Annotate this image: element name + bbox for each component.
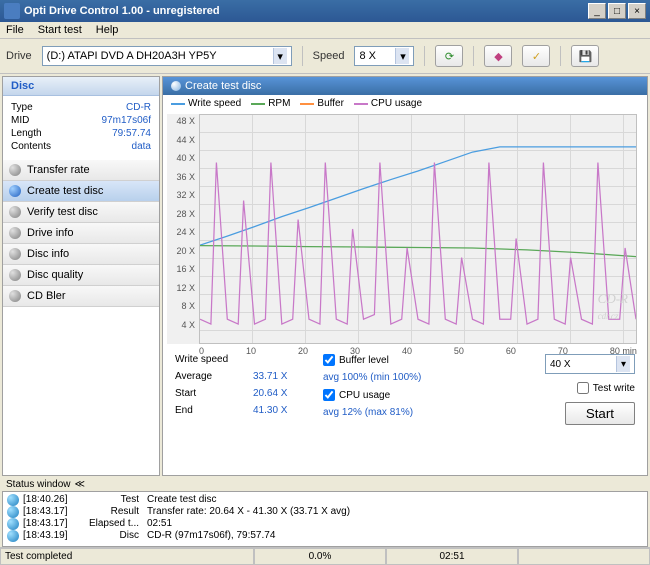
status-bar: Test completed 0.0% 02:51 (0, 547, 650, 565)
log-icon (7, 518, 19, 530)
cpu-checkbox[interactable]: CPU usage (323, 389, 421, 401)
y-axis: 48 X44 X40 X36 X32 X28 X24 X20 X16 X12 X… (167, 114, 199, 344)
save-icon: 💾 (579, 50, 593, 63)
log-icon (7, 506, 19, 518)
test-write-checkbox[interactable]: Test write (577, 382, 635, 394)
dot-icon (171, 81, 181, 91)
speed-label: Speed (313, 50, 345, 62)
drive-label: Drive (6, 50, 32, 62)
menu-bar: File Start test Help (0, 22, 650, 39)
chart-legend: Write speed RPM Buffer CPU usage (163, 95, 647, 112)
window-title: Opti Drive Control 1.00 - unregistered (24, 5, 586, 17)
nav-create-test-disc[interactable]: Create test disc (3, 181, 159, 202)
erase-button[interactable]: ◆ (484, 45, 512, 67)
status-text: Test completed (0, 548, 254, 565)
content-panel: Create test disc Write speed RPM Buffer … (162, 76, 648, 476)
speed-select[interactable]: 8 X ▾ (354, 46, 414, 66)
nav-verify-test-disc[interactable]: Verify test disc (3, 202, 159, 223)
dot-icon (9, 185, 21, 197)
dot-icon (9, 290, 21, 302)
x-axis: 01020304050607080 min (199, 346, 637, 356)
chevron-down-icon: ▾ (616, 356, 630, 372)
status-log: [18:40.26]TestCreate test disc[18:43.17]… (2, 491, 648, 547)
nav-disc-quality[interactable]: Disc quality (3, 265, 159, 286)
erase-icon: ◆ (494, 50, 502, 63)
app-icon (4, 3, 20, 19)
dot-icon (9, 227, 21, 239)
minimize-button[interactable]: _ (588, 3, 606, 19)
nav-disc-info[interactable]: Disc info (3, 244, 159, 265)
menu-start-test[interactable]: Start test (38, 24, 82, 36)
nav-list: Transfer rate Create test disc Verify te… (3, 160, 159, 475)
log-icon (7, 530, 19, 542)
menu-help[interactable]: Help (96, 24, 119, 36)
disc-info: TypeCD-R MID97m17s06f Length79:57.74 Con… (3, 96, 159, 160)
disc-panel-header: Disc (3, 77, 159, 96)
chevron-down-icon: ▾ (395, 48, 409, 64)
maximize-button[interactable]: □ (608, 3, 626, 19)
start-button[interactable]: Start (565, 402, 635, 425)
chart: 48 X44 X40 X36 X32 X28 X24 X20 X16 X12 X… (167, 114, 637, 344)
options-icon: ✓ (532, 50, 541, 63)
sidebar: Disc TypeCD-R MID97m17s06f Length79:57.7… (2, 76, 160, 476)
dot-icon (9, 248, 21, 260)
write-speed-select[interactable]: 40 X▾ (545, 354, 635, 374)
content-header: Create test disc (163, 77, 647, 95)
dot-icon (9, 206, 21, 218)
dot-icon (9, 164, 21, 176)
drive-value: (D:) ATAPI DVD A DH20A3H YP5Y (47, 50, 217, 62)
status-time: 02:51 (386, 548, 518, 565)
nav-drive-info[interactable]: Drive info (3, 223, 159, 244)
plot-area: CD-Rcdr.cz (199, 114, 637, 344)
menu-file[interactable]: File (6, 24, 24, 36)
drive-select[interactable]: (D:) ATAPI DVD A DH20A3H YP5Y ▾ (42, 46, 292, 66)
collapse-icon: ≪ (74, 479, 84, 490)
refresh-button[interactable]: ⟳ (435, 45, 463, 67)
refresh-icon: ⟳ (445, 50, 454, 63)
log-icon (7, 494, 19, 506)
dot-icon (9, 269, 21, 281)
status-percent: 0.0% (254, 548, 386, 565)
status-window-header[interactable]: Status window ≪ (2, 478, 648, 491)
toolbar: Drive (D:) ATAPI DVD A DH20A3H YP5Y ▾ Sp… (0, 39, 650, 74)
chevron-down-icon: ▾ (273, 48, 287, 64)
speed-value: 8 X (359, 50, 376, 62)
options-button[interactable]: ✓ (522, 45, 550, 67)
close-button[interactable]: × (628, 3, 646, 19)
nav-cd-bler[interactable]: CD Bler (3, 286, 159, 307)
nav-transfer-rate[interactable]: Transfer rate (3, 160, 159, 181)
stats-panel: Write speed Average33.71 X Start20.64 X … (163, 346, 647, 429)
save-button[interactable]: 💾 (571, 45, 599, 67)
title-bar: Opti Drive Control 1.00 - unregistered _… (0, 0, 650, 22)
watermark: CD-Rcdr.cz (598, 291, 628, 323)
